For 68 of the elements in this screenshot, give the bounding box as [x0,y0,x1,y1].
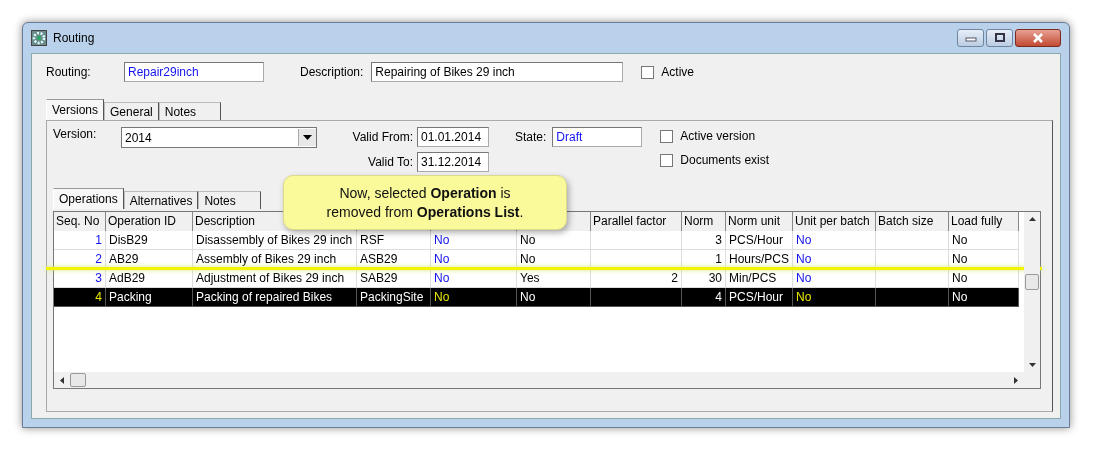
table-cell: Disassembly of Bikes 29 inch [193,231,357,250]
tab[interactable]: Operations [53,188,124,209]
scroll-left-icon [60,376,64,384]
gear-icon [31,30,47,46]
maximize-icon [993,33,1006,43]
valid-from-field[interactable]: 01.01.2014 [417,127,489,147]
table-cell: PCS/Hour [726,231,793,250]
valid-to-field[interactable]: 31.12.2014 [417,152,489,172]
routing-field[interactable]: Repair29inch [124,62,264,82]
tab[interactable]: Alternatives [123,191,199,209]
window-title: Routing [53,31,95,45]
active-checkbox[interactable] [641,65,655,79]
table-cell: 4 [54,288,106,307]
column-header[interactable]: Parallel factor [591,212,682,233]
tab[interactable]: Notes [198,191,261,209]
column-header[interactable]: Norm [682,212,726,233]
column-header[interactable]: Load fully [949,212,1019,233]
scroll-up-icon [1028,217,1036,221]
vertical-scrollbar[interactable] [1024,212,1040,372]
scroll-right-icon [1014,376,1018,384]
description-field[interactable]: Repairing of Bikes 29 inch [371,62,624,82]
table-cell: No [517,288,591,307]
table-cell: No [431,288,517,307]
table-cell: DisB29 [106,231,193,250]
state-field[interactable]: Draft [552,127,643,147]
close-button[interactable] [1015,29,1061,47]
table-cell: 3 [682,231,726,250]
valid-from-label: Valid From: [351,130,413,144]
dropdown-arrow-icon [303,135,312,140]
table-cell: Packing [106,288,193,307]
column-header[interactable]: Seq. No [54,212,106,233]
checkbox[interactable] [660,153,674,167]
checkbox[interactable] [660,129,674,143]
close-icon [1031,33,1045,43]
description-label: Description: [300,65,364,79]
minimize-icon [964,34,977,42]
column-header[interactable]: Operation ID [106,212,193,233]
column-header[interactable]: Unit per batch [793,212,876,233]
tab[interactable]: Versions [46,99,105,120]
column-header[interactable]: Norm unit [726,212,793,233]
table-cell: PCS/Hour [726,288,793,307]
table-cell: No [431,231,517,250]
valid-to-label: Valid To: [367,155,413,169]
active-label: Active [661,65,695,79]
scroll-down-icon [1028,363,1036,367]
version-dropdown[interactable]: 2014 [121,127,317,148]
scroll-thumb[interactable] [1025,274,1039,290]
routing-label: Routing: [46,65,92,79]
checkbox-label: Documents exist [680,153,770,167]
table-cell: No [949,231,1019,250]
maximize-button[interactable] [986,29,1013,47]
table-cell: Packing of repaired Bikes [193,288,357,307]
state-label: State: [515,130,547,144]
column-header[interactable]: Batch size [876,212,949,233]
table-cell: No [949,288,1019,307]
tab[interactable]: General [104,102,159,120]
tab[interactable]: Notes [158,102,222,120]
table-cell: RSF [357,231,431,250]
scroll-thumb[interactable] [70,373,86,387]
table-cell: No [793,288,876,307]
table-cell: No [793,231,876,250]
table-cell: 4 [682,288,726,307]
version-label: Version: [53,127,98,141]
table-cell: No [517,231,591,250]
checkbox-label: Active version [680,129,756,143]
table-cell: 1 [54,231,106,250]
table-cell: PackingSite [357,288,431,307]
horizontal-scrollbar[interactable] [54,372,1040,388]
